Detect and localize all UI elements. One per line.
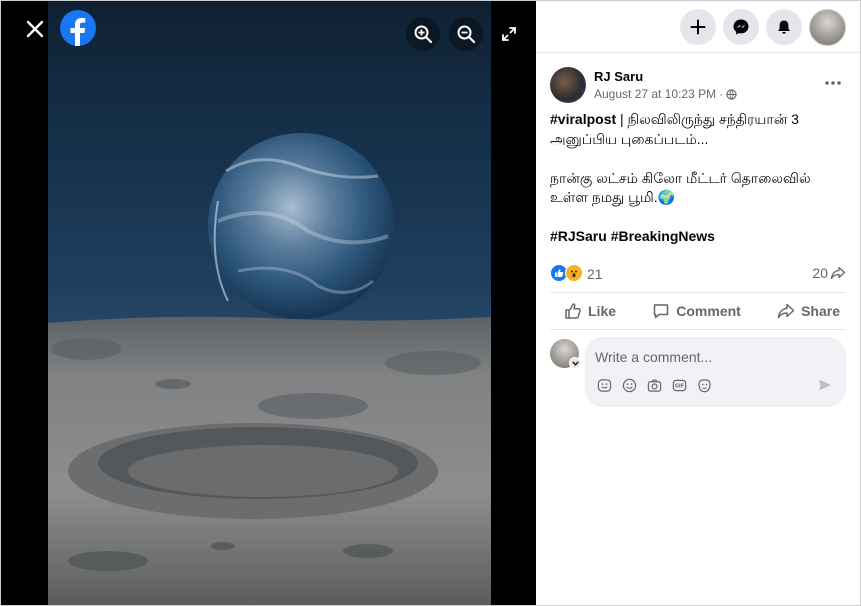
post-photo-viewer: RJ Saru August 27 at 10:23 PM · #viralpo… [0, 0, 861, 606]
comment-icon [654, 304, 669, 319]
more-dots-icon [825, 81, 841, 85]
post-line-2: நான்கு லட்சம் கிலோ மீட்டர் தொலைவில் உள்ள… [550, 169, 846, 208]
expand-icon [502, 27, 516, 41]
share-count[interactable]: 20 [812, 265, 846, 281]
emoji-icon[interactable] [621, 377, 637, 393]
like-button[interactable]: Like [564, 302, 616, 320]
like-label: Like [588, 303, 617, 319]
earth-emoji: 🌍 [657, 189, 676, 205]
post-text: #viralpost | நிலவிலிருந்து சந்திரயான் 3 … [550, 110, 846, 266]
thumbs-up-icon [565, 303, 581, 319]
send-comment-button[interactable] [817, 377, 833, 393]
post-line-2-text: நான்கு லட்சம் கிலோ மீட்டர் தொலைவில் உள்ள… [550, 169, 811, 206]
author-name[interactable]: RJ Saru [594, 69, 643, 84]
moon-earth-image [48, 1, 491, 605]
media-viewer [1, 1, 536, 605]
post-photo[interactable] [48, 1, 491, 605]
close-icon [26, 20, 44, 38]
share-count-value: 20 [812, 265, 828, 281]
gif-icon[interactable]: GIF [671, 377, 687, 393]
camera-icon[interactable] [646, 377, 662, 393]
comment-composer: GIF [550, 337, 846, 409]
post-actions: Like Comment Share [550, 292, 846, 330]
top-bar [536, 1, 860, 53]
sticker-icon[interactable] [596, 377, 612, 393]
plus-icon [690, 19, 706, 35]
zoom-out-button[interactable] [449, 17, 483, 51]
reactions-bar: 21 20 [550, 263, 846, 285]
zoom-in-button[interactable] [406, 17, 440, 51]
send-icon [819, 379, 832, 391]
facebook-logo-icon [70, 18, 86, 46]
wow-reaction-icon [565, 264, 583, 282]
facebook-logo[interactable] [60, 10, 96, 46]
post-timestamp[interactable]: August 27 at 10:23 PM [594, 87, 716, 101]
svg-text:GIF: GIF [674, 383, 683, 389]
post-more-button[interactable] [818, 73, 848, 93]
comment-tools: GIF [596, 377, 712, 393]
zoom-in-icon [414, 25, 433, 44]
post-hashtags: #RJSaru #BreakingNews [550, 227, 846, 247]
fullscreen-button[interactable] [494, 19, 524, 49]
close-viewer-button[interactable] [19, 13, 51, 45]
reaction-icons[interactable] [550, 264, 583, 282]
post-details-panel: RJ Saru August 27 at 10:23 PM · #viralpo… [536, 1, 860, 605]
post-line-1: #viralpost | நிலவிலிருந்து சந்திரயான் 3 … [550, 110, 846, 149]
comment-box: GIF [585, 337, 846, 407]
meta-separator: · [719, 87, 724, 101]
hashtag-viralpost[interactable]: #viralpost [550, 111, 616, 127]
profile-avatar[interactable] [809, 9, 846, 46]
author-avatar[interactable] [550, 67, 586, 103]
globe-icon [726, 88, 737, 100]
messenger-icon [733, 19, 749, 35]
comment-button[interactable]: Comment [652, 302, 741, 320]
share-arrow-icon [830, 266, 846, 280]
share-label: Share [801, 303, 840, 319]
chevron-down-icon[interactable] [569, 357, 581, 369]
comment-input[interactable] [595, 347, 835, 367]
bell-icon [778, 20, 790, 34]
create-button[interactable] [680, 9, 716, 45]
share-icon [777, 303, 795, 319]
share-button[interactable]: Share [777, 303, 840, 319]
hashtag-links[interactable]: #RJSaru #BreakingNews [550, 228, 715, 244]
comment-label: Comment [676, 303, 741, 319]
messenger-button[interactable] [723, 9, 759, 45]
avatar-sticker-icon[interactable] [696, 377, 712, 393]
reaction-count[interactable]: 21 [587, 266, 603, 282]
zoom-out-icon [457, 25, 476, 44]
post-meta: August 27 at 10:23 PM · [594, 87, 737, 101]
notifications-button[interactable] [766, 9, 802, 45]
post-header: RJ Saru August 27 at 10:23 PM · [550, 67, 850, 107]
